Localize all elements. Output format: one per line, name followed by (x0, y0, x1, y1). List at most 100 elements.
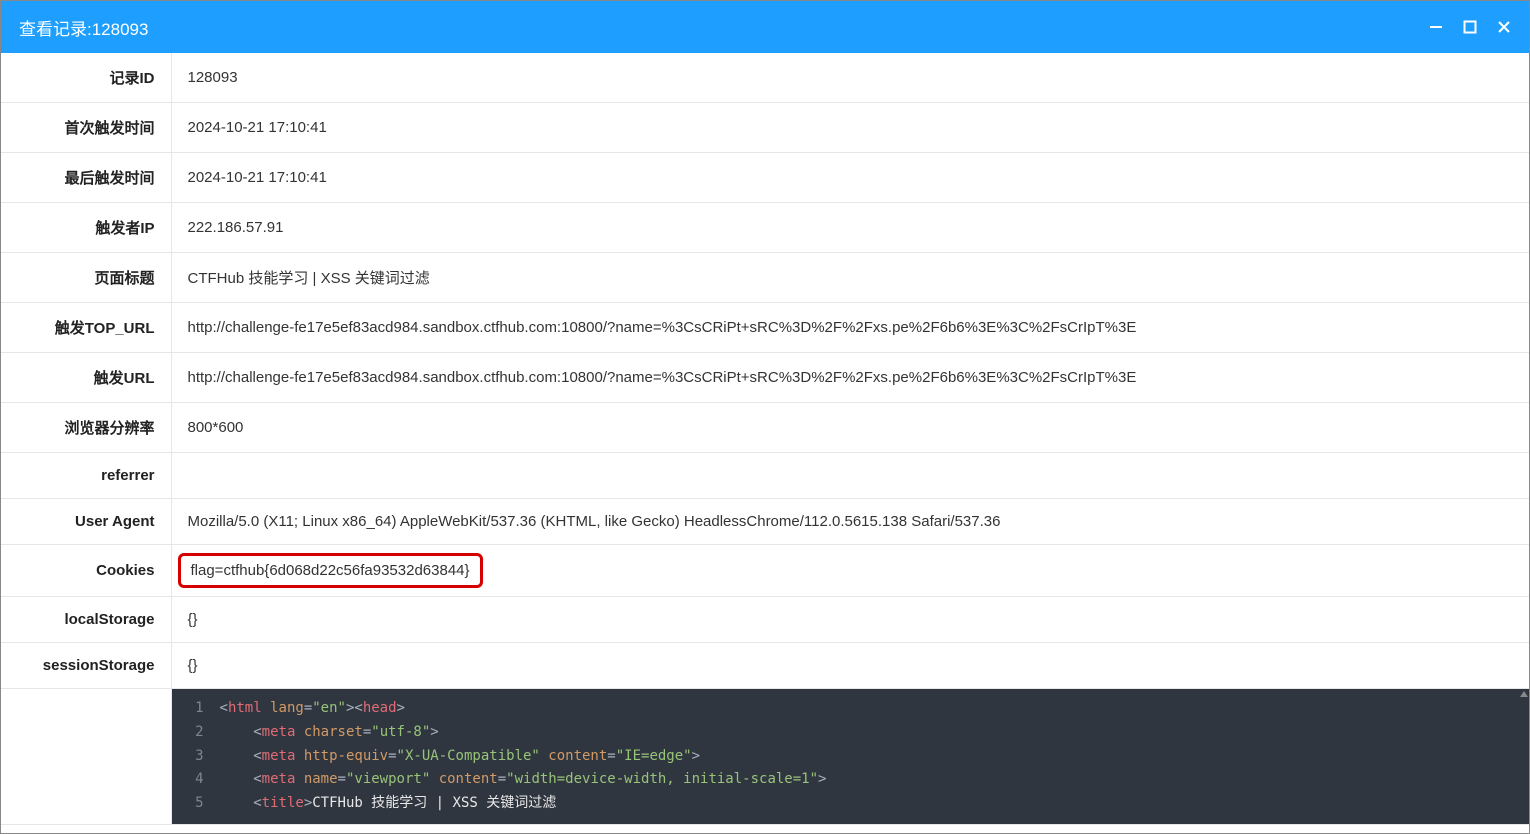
title-bar: 查看记录:128093 (1, 1, 1529, 53)
row-label: 首次触发时间 (1, 103, 171, 153)
code-line-number: 4 (172, 768, 220, 792)
row-value: flag=ctfhub{6d068d22c56fa93532d63844} (171, 545, 1529, 597)
code-token: > (818, 771, 826, 787)
row-value: 2024-10-21 17:10:41 (171, 153, 1529, 203)
code-line-number: 1 (172, 697, 220, 721)
table-row: 最后触发时间2024-10-21 17:10:41 (1, 153, 1529, 203)
row-label: referrer (1, 453, 171, 499)
table-row: Cookiesflag=ctfhub{6d068d22c56fa93532d63… (1, 545, 1529, 597)
code-token: "en" (312, 700, 346, 716)
code-block[interactable]: 1<html lang="en"><head>2 <meta charset="… (172, 689, 1530, 824)
table-row: localStorage{} (1, 597, 1529, 643)
table-row: 页面标题CTFHub 技能学习 | XSS 关键词过滤 (1, 253, 1529, 303)
code-token: head (363, 700, 397, 716)
table-row: User AgentMozilla/5.0 (X11; Linux x86_64… (1, 499, 1529, 545)
code-line-text: <meta charset="utf-8"> (220, 721, 1530, 745)
code-line-number: 3 (172, 745, 220, 769)
code-token: > (397, 700, 405, 716)
code-cell: 1<html lang="en"><head>2 <meta charset="… (171, 689, 1529, 825)
code-line-number: 2 (172, 721, 220, 745)
code-token: < (220, 700, 228, 716)
table-row: 记录ID128093 (1, 53, 1529, 103)
code-token (295, 748, 303, 764)
row-label: 最后触发时间 (1, 153, 171, 203)
code-token: = (498, 771, 506, 787)
dialog-window: 查看记录:128093 记录ID128093首次触发时间2024-10-21 1… (0, 0, 1530, 834)
code-token: title (262, 795, 304, 811)
row-value (171, 453, 1529, 499)
code-token: "utf-8" (371, 724, 430, 740)
code-token (220, 771, 254, 787)
code-token: = (607, 748, 615, 764)
code-token: http-equiv (304, 748, 388, 764)
table-row: 首次触发时间2024-10-21 17:10:41 (1, 103, 1529, 153)
highlight-box: flag=ctfhub{6d068d22c56fa93532d63844} (178, 553, 483, 588)
code-token: < (253, 795, 261, 811)
code-token: > (304, 795, 312, 811)
table-row: 浏览器分辨率800*600 (1, 403, 1529, 453)
row-label: 记录ID (1, 53, 171, 103)
code-token: meta (262, 771, 296, 787)
code-line: 5 <title>CTFHub 技能学习 | XSS 关键词过滤 (172, 792, 1530, 816)
code-token: = (363, 724, 371, 740)
code-label (1, 689, 171, 825)
code-token: html (228, 700, 262, 716)
code-token: < (253, 724, 261, 740)
code-token (295, 724, 303, 740)
code-token (220, 795, 254, 811)
row-value: CTFHub 技能学习 | XSS 关键词过滤 (171, 253, 1529, 303)
code-token (220, 724, 254, 740)
row-value: 222.186.57.91 (171, 203, 1529, 253)
code-line-text: <title>CTFHub 技能学习 | XSS 关键词过滤 (220, 792, 1530, 816)
code-token (262, 700, 270, 716)
code-token: content (548, 748, 607, 764)
row-value: 800*600 (171, 403, 1529, 453)
row-label: 触发者IP (1, 203, 171, 253)
code-token: CTFHub 技能学习 | XSS 关键词过滤 (312, 795, 556, 811)
table-row: 触发URLhttp://challenge-fe17e5ef83acd984.s… (1, 353, 1529, 403)
code-token: content (439, 771, 498, 787)
row-label: 触发TOP_URL (1, 303, 171, 353)
row-value: {} (171, 597, 1529, 643)
code-token: meta (262, 724, 296, 740)
row-value: http://challenge-fe17e5ef83acd984.sandbo… (171, 303, 1529, 353)
row-value: {} (171, 643, 1529, 689)
code-token: = (338, 771, 346, 787)
row-label: localStorage (1, 597, 171, 643)
code-line: 2 <meta charset="utf-8"> (172, 721, 1530, 745)
row-value: http://challenge-fe17e5ef83acd984.sandbo… (171, 353, 1529, 403)
row-value: 128093 (171, 53, 1529, 103)
code-token: "X-UA-Compatible" (397, 748, 540, 764)
code-line-text: <html lang="en"><head> (220, 697, 1530, 721)
row-label: User Agent (1, 499, 171, 545)
code-token (430, 771, 438, 787)
minimize-icon[interactable] (1429, 20, 1443, 34)
detail-table: 记录ID128093首次触发时间2024-10-21 17:10:41最后触发时… (1, 53, 1529, 825)
row-value: 2024-10-21 17:10:41 (171, 103, 1529, 153)
code-token: "width=device-width, initial-scale=1" (506, 771, 818, 787)
window-controls (1429, 20, 1511, 34)
code-token: = (388, 748, 396, 764)
content-scroll-area[interactable]: 记录ID128093首次触发时间2024-10-21 17:10:41最后触发时… (1, 53, 1529, 833)
code-token: "viewport" (346, 771, 430, 787)
row-label: 浏览器分辨率 (1, 403, 171, 453)
close-icon[interactable] (1497, 20, 1511, 34)
code-token: meta (262, 748, 296, 764)
row-label: 页面标题 (1, 253, 171, 303)
row-label: Cookies (1, 545, 171, 597)
code-token: < (253, 771, 261, 787)
code-token: "IE=edge" (616, 748, 692, 764)
code-line: 4 <meta name="viewport" content="width=d… (172, 768, 1530, 792)
maximize-icon[interactable] (1463, 20, 1477, 34)
row-label: sessionStorage (1, 643, 171, 689)
code-scrollbar[interactable] (1519, 689, 1529, 824)
code-token: = (304, 700, 312, 716)
code-token (295, 771, 303, 787)
window-title: 查看记录:128093 (19, 15, 148, 40)
table-row: sessionStorage{} (1, 643, 1529, 689)
code-line: 3 <meta http-equiv="X-UA-Compatible" con… (172, 745, 1530, 769)
row-value: Mozilla/5.0 (X11; Linux x86_64) AppleWeb… (171, 499, 1529, 545)
table-row: 触发TOP_URLhttp://challenge-fe17e5ef83acd9… (1, 303, 1529, 353)
code-token: lang (270, 700, 304, 716)
row-label: 触发URL (1, 353, 171, 403)
